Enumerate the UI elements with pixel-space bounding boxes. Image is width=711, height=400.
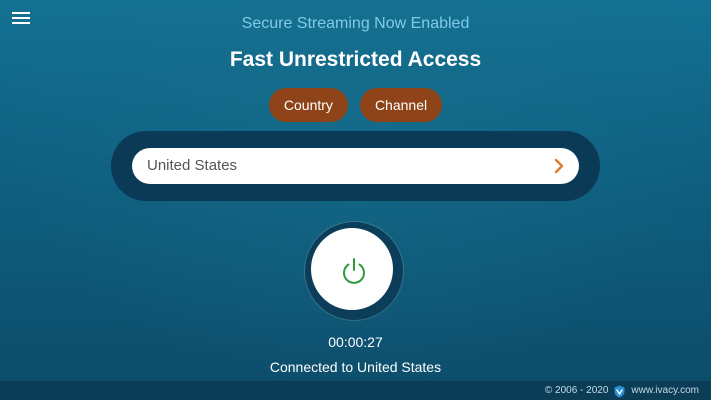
power-icon (343, 258, 365, 284)
connection-status: Connected to United States (269, 359, 442, 375)
menu-bar-top (12, 12, 30, 14)
tab-country[interactable]: Country (268, 88, 348, 122)
location-selector[interactable]: United States (132, 148, 579, 184)
selected-location: United States (147, 157, 238, 174)
header-subtitle: Secure Streaming Now Enabled (241, 15, 470, 32)
website-link[interactable]: www.ivacy.com (631, 381, 699, 400)
location-panel: United States (111, 131, 600, 201)
shield-icon (614, 385, 625, 397)
power-button-ring (305, 222, 403, 320)
footer-bar: © 2006 - 2020 www.ivacy.com (0, 381, 711, 400)
connection-timer: 00:00:27 (328, 334, 383, 350)
page-title: Fast Unrestricted Access (229, 48, 482, 71)
power-button[interactable] (309, 226, 395, 312)
footer-content: © 2006 - 2020 www.ivacy.com (545, 381, 699, 400)
mode-tabs: Country Channel (0, 88, 711, 122)
tab-channel[interactable]: Channel (359, 88, 443, 122)
copyright-text: © 2006 - 2020 (544, 385, 609, 396)
app-window: Secure Streaming Now Enabled Fast Unrest… (0, 0, 711, 400)
chevron-right-icon (554, 158, 564, 174)
